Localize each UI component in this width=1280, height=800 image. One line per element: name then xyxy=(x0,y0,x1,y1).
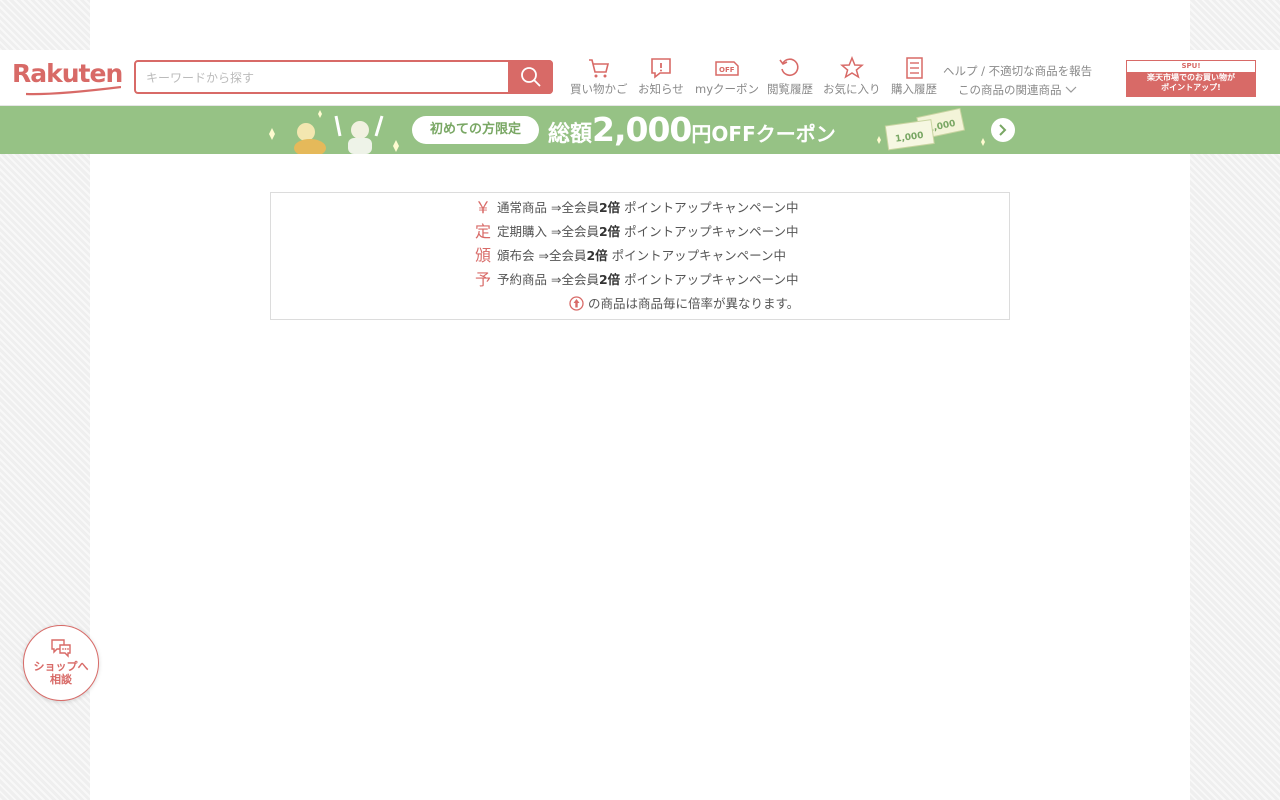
info-row-preorder: 予 予約商品 ⇒全会員2倍 ポイントアップキャンペーン中 xyxy=(271,270,1211,290)
row-campaign: ポイントアップキャンペーン中 xyxy=(611,248,787,263)
info-note: の商品は商品毎に倍率が異なります。 xyxy=(271,294,1280,314)
related-items-link[interactable]: この商品の関連商品 xyxy=(943,81,1092,100)
point-up-icon xyxy=(569,296,584,311)
logo-swoosh-icon xyxy=(26,86,121,96)
help-report-link[interactable]: ヘルプ / 不適切な商品を報告 xyxy=(943,62,1092,81)
nav-browsing-history-label: 閲覧履歴 xyxy=(767,82,813,96)
search-box xyxy=(134,60,553,94)
distribution-icon: 頒 xyxy=(474,246,491,265)
related-items-label: この商品の関連商品 xyxy=(958,83,1062,97)
row-rate: 2倍 xyxy=(598,272,621,287)
nav-notifications[interactable]: お知らせ xyxy=(638,56,684,96)
chat-label-2: 相談 xyxy=(50,673,72,686)
shop-consult-button[interactable]: ショップへ 相談 xyxy=(23,625,99,701)
info-row-distribution: 頒 頒布会 ⇒全会員2倍 ポイントアップキャンペーン中 xyxy=(271,246,1211,266)
nav-browsing-history[interactable]: 閲覧履歴 xyxy=(767,56,813,96)
row-rate: 2倍 xyxy=(598,224,621,239)
history-icon xyxy=(779,58,799,76)
nav-favorites[interactable]: お気に入り xyxy=(823,56,881,96)
nav-purchase-history[interactable]: 購入履歴 xyxy=(891,56,937,96)
nav-cart-label: 買い物かご xyxy=(570,82,628,96)
nav-my-coupon-label: myクーポン xyxy=(695,82,760,96)
spu-title: SPU! xyxy=(1127,61,1255,72)
search-input[interactable] xyxy=(144,62,508,94)
info-row-regular: ￥ 通常商品 ⇒全会員2倍 ポイントアップキャンペーン中 xyxy=(271,198,1211,218)
row-arrow: ⇒全会員 xyxy=(550,272,599,287)
chevron-down-icon xyxy=(1065,86,1077,93)
coupon-headline: 総額2,000円OFFクーポン xyxy=(548,110,836,155)
svg-text:OFF: OFF xyxy=(719,66,735,74)
subscription-icon: 定 xyxy=(474,222,491,241)
row-campaign: ポイントアップキャンペーン中 xyxy=(624,224,799,239)
row-campaign: ポイントアップキャンペーン中 xyxy=(624,200,799,215)
star-icon xyxy=(839,56,864,79)
chat-label-1: ショップへ xyxy=(33,660,89,673)
nav-favorites-label: お気に入り xyxy=(823,82,881,96)
nav-cart[interactable]: 買い物かご xyxy=(570,56,628,96)
rakuten-logo[interactable]: Rakuten xyxy=(12,59,123,96)
row-rate: 2倍 xyxy=(586,248,608,263)
row-arrow: ⇒全会員 xyxy=(550,224,599,239)
regular-item-icon: ￥ xyxy=(474,198,491,217)
row-arrow: ⇒全会員 xyxy=(538,248,587,263)
row-name: 頒布会 xyxy=(496,248,535,263)
notification-icon xyxy=(651,58,671,79)
site-header: Rakuten 買い物かご お知らせ OFF xyxy=(0,50,1280,106)
info-row-subscription: 定 定期購入 ⇒全会員2倍 ポイントアップキャンペーン中 xyxy=(271,222,1211,242)
row-campaign: ポイントアップキャンペーン中 xyxy=(624,272,799,287)
coupon-amount: 2,000 xyxy=(592,110,692,149)
row-arrow: ⇒全会員 xyxy=(550,200,599,215)
first-time-only-pill: 初めての方限定 xyxy=(412,116,539,144)
first-time-coupon-banner[interactable]: 初めての方限定 総額2,000円OFFクーポン 1,000 1,000 xyxy=(0,106,1280,154)
coupon-icon: OFF xyxy=(715,61,739,76)
purchase-list-icon xyxy=(906,57,923,79)
preorder-icon: 予 xyxy=(474,270,491,289)
celebration-illustration-icon xyxy=(269,110,399,154)
cart-icon xyxy=(588,59,609,78)
info-note-text: の商品は商品毎に倍率が異なります。 xyxy=(587,296,800,311)
spu-banner[interactable]: SPU! 楽天市場でのお買い物が ポイントアップ! xyxy=(1126,60,1256,97)
row-name: 予約商品 xyxy=(496,272,547,287)
row-rate: 2倍 xyxy=(598,200,621,215)
coupon-tickets-icon: 1,000 1,000 xyxy=(877,107,985,151)
chat-bubbles-icon xyxy=(51,639,71,658)
search-button[interactable] xyxy=(508,60,553,94)
spu-line-2: ポイントアップ! xyxy=(1161,83,1221,92)
nav-my-coupon[interactable]: OFF myクーポン xyxy=(695,56,759,96)
nav-notifications-label: お知らせ xyxy=(638,82,684,96)
logo-text: Rakuten xyxy=(12,59,123,88)
nav-purchase-history-label: 購入履歴 xyxy=(891,82,937,96)
search-icon xyxy=(520,67,541,87)
point-campaign-info: ￥ 通常商品 ⇒全会員2倍 ポイントアップキャンペーン中 定 定期購入 ⇒全会員… xyxy=(270,192,1010,320)
spu-line-1: 楽天市場でのお買い物が xyxy=(1147,73,1235,82)
row-name: 通常商品 xyxy=(496,200,547,215)
banner-next-button[interactable] xyxy=(991,118,1015,142)
coupon-prefix: 総額 xyxy=(548,122,593,147)
coupon-suffix: 円OFFクーポン xyxy=(691,122,836,146)
row-name: 定期購入 xyxy=(496,224,547,239)
chevron-right-icon xyxy=(999,124,1007,136)
help-links: ヘルプ / 不適切な商品を報告 この商品の関連商品 xyxy=(943,62,1092,100)
